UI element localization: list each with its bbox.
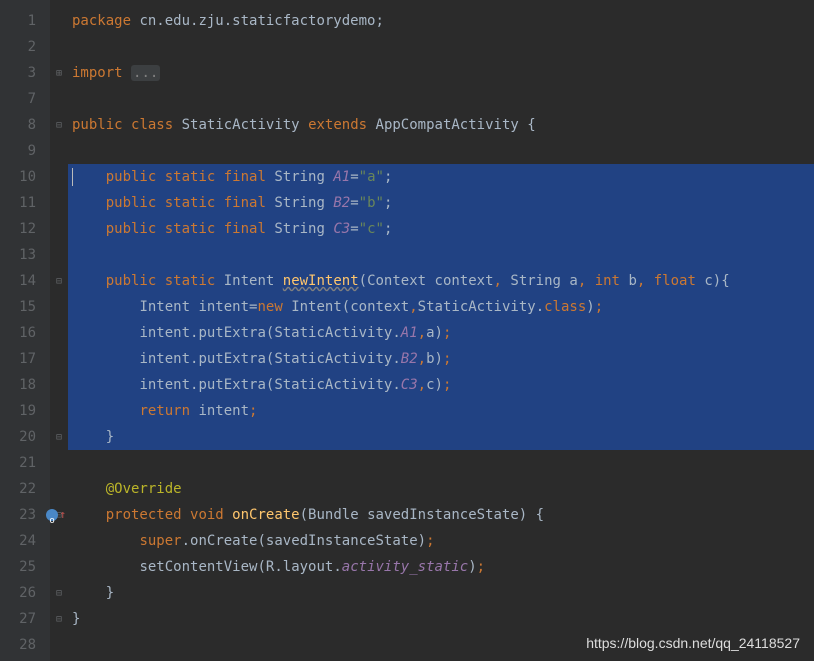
code-line: public class StaticActivity extends AppC…	[68, 112, 814, 138]
line-number: 28	[0, 632, 50, 658]
fold-end-icon[interactable]: ⊟	[50, 606, 68, 632]
line-number: 27	[0, 606, 50, 632]
line-number: 7	[0, 86, 50, 112]
override-icon[interactable]	[46, 509, 58, 521]
line-number: 3	[0, 60, 50, 86]
code-content[interactable]: package cn.edu.zju.staticfactorydemo; im…	[68, 0, 814, 661]
line-number: 15	[0, 294, 50, 320]
line-number: 23↑	[0, 502, 50, 528]
code-line	[68, 242, 814, 268]
fold-collapse-icon[interactable]: ⊟	[50, 112, 68, 138]
code-line: public static final String C3="c";	[68, 216, 814, 242]
line-number: 17	[0, 346, 50, 372]
fold-end-icon[interactable]: ⊟	[50, 580, 68, 606]
fold-gutter: ⊞ ⊟ ⊟ ⊟ ⊟ ⊟ ⊟	[50, 0, 68, 661]
line-number: 26	[0, 580, 50, 606]
code-line: package cn.edu.zju.staticfactorydemo;	[68, 8, 814, 34]
up-arrow-icon: ↑	[59, 502, 66, 528]
line-number: 10	[0, 164, 50, 190]
fold-collapse-icon[interactable]: ⊟	[50, 268, 68, 294]
fold-end-icon[interactable]: ⊟	[50, 424, 68, 450]
code-line: return intent;	[68, 398, 814, 424]
text-caret	[72, 168, 73, 186]
code-line: intent.putExtra(StaticActivity.C3,c);	[68, 372, 814, 398]
line-number: 14	[0, 268, 50, 294]
line-gutter: 1 2 3 7 8 9 10 11 12 13 14 15 16 17 18 1…	[0, 0, 50, 661]
line-number: 12	[0, 216, 50, 242]
code-line: Intent intent=new Intent(context,StaticA…	[68, 294, 814, 320]
code-line: public static Intent newIntent(Context c…	[68, 268, 814, 294]
code-line: public static final String A1="a";	[68, 164, 814, 190]
code-line: intent.putExtra(StaticActivity.A1,a);	[68, 320, 814, 346]
line-number: 24	[0, 528, 50, 554]
line-number: 25	[0, 554, 50, 580]
line-number: 22	[0, 476, 50, 502]
fold-expand-icon[interactable]: ⊞	[50, 60, 68, 86]
line-number: 19	[0, 398, 50, 424]
code-line: public static final String B2="b";	[68, 190, 814, 216]
code-line: @Override	[68, 476, 814, 502]
line-number: 11	[0, 190, 50, 216]
code-line	[68, 34, 814, 60]
code-line: }	[68, 424, 814, 450]
line-number: 21	[0, 450, 50, 476]
code-line: super.onCreate(savedInstanceState);	[68, 528, 814, 554]
code-line: protected void onCreate(Bundle savedInst…	[68, 502, 814, 528]
line-number: 16	[0, 320, 50, 346]
code-line: setContentView(R.layout.activity_static)…	[68, 554, 814, 580]
line-number: 1	[0, 8, 50, 34]
line-number: 8	[0, 112, 50, 138]
code-editor[interactable]: 1 2 3 7 8 9 10 11 12 13 14 15 16 17 18 1…	[0, 0, 814, 661]
watermark: https://blog.csdn.net/qq_24118527	[586, 635, 800, 651]
line-number: 13	[0, 242, 50, 268]
code-line: }	[68, 580, 814, 606]
code-line: }	[68, 606, 814, 632]
code-line: import ...	[68, 60, 814, 86]
code-line	[68, 138, 814, 164]
code-line: intent.putExtra(StaticActivity.B2,b);	[68, 346, 814, 372]
line-number: 18	[0, 372, 50, 398]
line-number: 20	[0, 424, 50, 450]
line-number: 9	[0, 138, 50, 164]
code-line	[68, 86, 814, 112]
line-number: 2	[0, 34, 50, 60]
code-line	[68, 450, 814, 476]
